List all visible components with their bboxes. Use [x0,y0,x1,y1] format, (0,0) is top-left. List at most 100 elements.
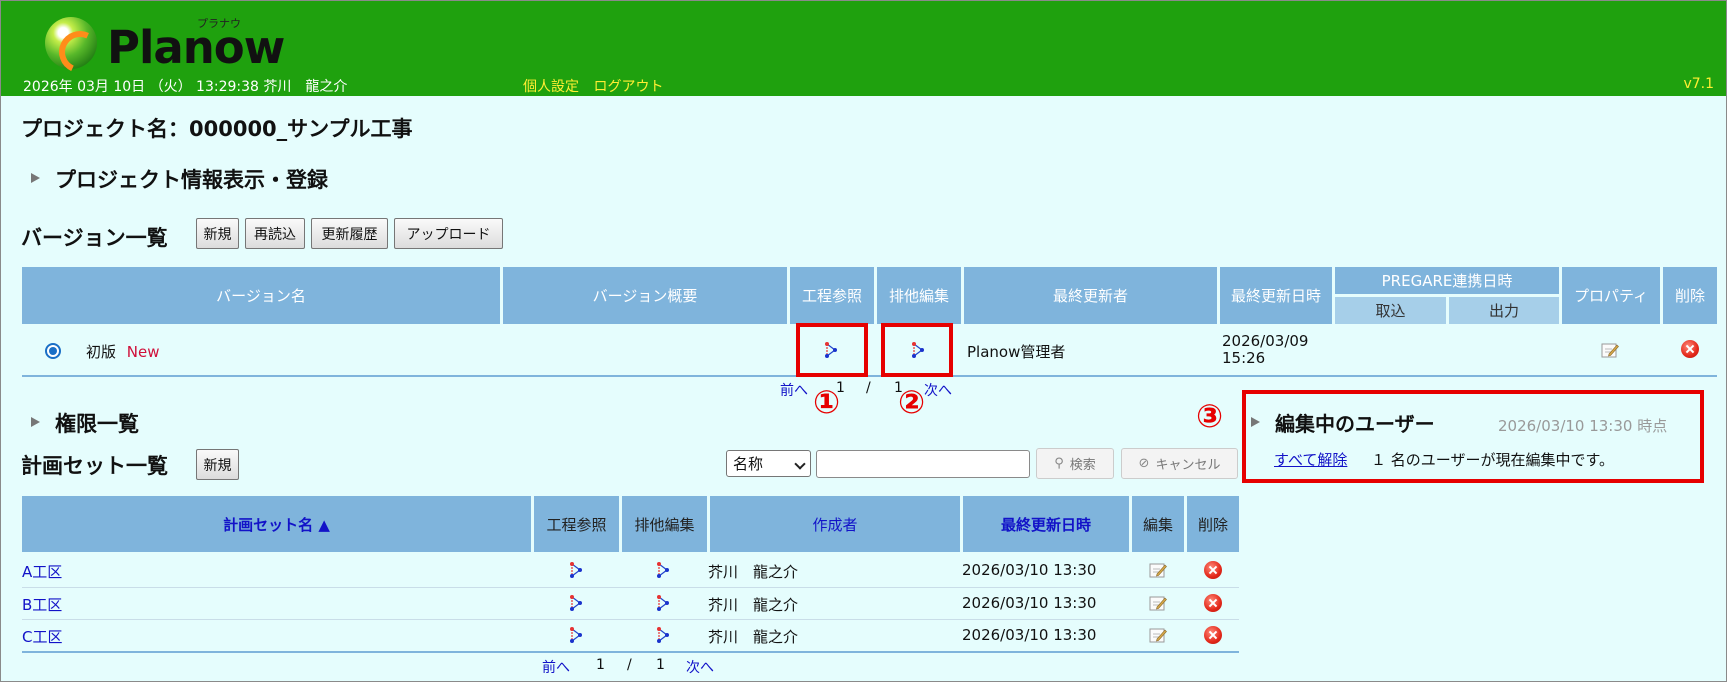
version-upload-button[interactable]: アップロード [394,218,503,249]
search-button[interactable]: ⚲ 検索 [1036,448,1114,479]
annotation-marker-2: ② [898,383,926,421]
project-info-section-toggle[interactable]: プロジェクト情報表示・登録 [55,164,328,194]
col-pregare-export: 出力 [1449,297,1559,324]
expand-triangle-icon[interactable] [1251,417,1260,427]
expand-triangle-icon[interactable] [31,173,40,183]
version-history-button[interactable]: 更新履歴 [311,218,388,249]
version-pager-next[interactable]: 次へ [924,380,952,400]
search-input[interactable] [816,450,1030,478]
property-edit-icon[interactable] [1601,341,1619,359]
plan-set-creator: 芥川 龍之介 [708,628,799,646]
col-plan-exclusive-edit: 排他編集 [622,496,707,552]
plan-table-bottom-border [22,651,1239,653]
cancel-button[interactable]: ⊘ キャンセル [1121,448,1238,479]
plan-set-new-button[interactable]: 新規 [196,449,239,480]
plan-set-name-link[interactable]: A工区 [22,561,62,582]
annotation-marker-1: ① [813,383,841,421]
header-links: 個人設定 ログアウト [523,76,673,96]
new-badge: New [126,343,160,361]
exclusive-edit-gantt-icon[interactable] [654,594,672,612]
version-list-title: バージョン一覧 [21,226,168,250]
col-version-summary: バージョン概要 [503,267,787,324]
exclusive-edit-gantt-icon[interactable] [654,561,672,579]
delete-x-icon[interactable] [1204,594,1222,612]
logo-ruby: プラナウ [197,17,241,30]
pencil-edit-icon[interactable] [1149,626,1167,644]
logo-text: Planow [107,21,285,74]
col-last-updater: 最終更新者 [964,267,1217,324]
delete-x-icon[interactable] [1204,561,1222,579]
search-field-select[interactable]: 名称 [726,450,811,477]
plan-set-creator: 芥川 龍之介 [708,596,799,614]
editing-users-message: １ 名のユーザーが現在編集中です。 [1371,451,1614,469]
col-plan-delete: 削除 [1187,496,1239,552]
plan-set-list-title: 計画セット一覧 [21,454,168,478]
editing-users-timestamp: 2026/03/10 13:30 時点 [1498,417,1668,435]
version-pager-prev[interactable]: 前へ [780,380,808,400]
col-plan-creator[interactable]: 作成者 [710,496,960,552]
pencil-edit-icon[interactable] [1149,561,1167,579]
plan-set-updated: 2026/03/10 13:30 [962,594,1097,612]
release-all-link[interactable]: すべて解除 [1274,449,1347,470]
updated-time: 15:26 [1222,349,1266,367]
plan-set-name-link[interactable]: C工区 [22,626,62,647]
chevron-down-icon [794,458,806,470]
plan-set-updated: 2026/03/10 13:30 [962,561,1097,579]
col-exclusive-edit: 排他編集 [877,267,961,324]
plan-set-name-link[interactable]: B工区 [22,594,62,615]
plan-pager-prev[interactable]: 前へ [542,657,570,677]
annotation-box-1 [796,323,868,377]
search-button-label: 検索 [1069,458,1096,473]
exclusive-edit-gantt-icon[interactable] [654,626,672,644]
version-new-button[interactable]: 新規 [196,218,239,249]
version-row-updater: Planow管理者 [967,343,1066,361]
header-bar: Planow プラナウ 2026年 03月 10日 （火） 13:29:38 芥… [1,1,1726,96]
search-field-value: 名称 [733,455,764,473]
col-process-ref: 工程参照 [790,267,874,324]
col-plan-process-ref: 工程参照 [534,496,619,552]
col-plan-last-updated[interactable]: 最終更新日時 [963,496,1129,552]
editing-users-title[interactable]: 編集中のユーザー [1275,408,1435,437]
col-pregare: PREGARE連携日時 [1335,267,1559,294]
col-delete: 削除 [1663,267,1717,324]
version-row-name[interactable]: 初版 New [86,341,160,362]
search-icon: ⚲ [1054,456,1064,471]
col-version-name: バージョン名 [22,267,500,324]
col-last-updated: 最終更新日時 [1220,267,1332,324]
personal-settings-link[interactable]: 個人設定 [523,79,579,95]
cancel-button-label: キャンセル [1155,458,1221,473]
version-delete-icon[interactable] [1681,340,1699,358]
version-row-updated: 2026/03/09 15:26 [1222,333,1308,367]
gantt-chart-icon[interactable] [567,561,585,579]
col-plan-set-name[interactable]: 計画セット名 ▲ [22,496,531,552]
header-datetime-user: 2026年 03月 10日 （火） 13:29:38 芥川 龍之介 [23,79,348,95]
plan-pager-total: 1 [656,657,665,673]
version-table-bottom-border [22,375,1717,377]
version-reload-button[interactable]: 再読込 [245,218,305,249]
version-name-text: 初版 [86,343,117,361]
cancel-icon: ⊘ [1138,456,1150,471]
expand-triangle-icon[interactable] [31,417,40,427]
gantt-chart-icon[interactable] [567,594,585,612]
col-plan-edit: 編集 [1132,496,1184,552]
permissions-section-toggle[interactable]: 権限一覧 [55,408,139,438]
annotation-marker-3: ③ [1196,397,1224,435]
version-pager-sep: / [866,380,871,396]
annotation-box-2 [881,323,953,377]
col-pregare-import: 取込 [1335,297,1446,324]
planow-logo-mark-icon [45,17,97,69]
plan-set-updated: 2026/03/10 13:30 [962,626,1097,644]
row-divider [22,587,1239,588]
delete-x-icon[interactable] [1204,626,1222,644]
project-title: プロジェクト名：000000_サンプル工事 [21,117,413,141]
app-version: v7.1 [1683,76,1714,92]
row-divider [22,619,1239,620]
version-select-radio[interactable] [45,343,61,359]
plan-set-creator: 芥川 龍之介 [708,563,799,581]
gantt-chart-icon[interactable] [567,626,585,644]
pencil-edit-icon[interactable] [1149,594,1167,612]
app-window: Planow プラナウ 2026年 03月 10日 （火） 13:29:38 芥… [0,0,1727,682]
logout-link[interactable]: ログアウト [593,79,663,95]
plan-pager-next[interactable]: 次へ [686,657,714,677]
plan-pager-current: 1 [596,657,605,673]
